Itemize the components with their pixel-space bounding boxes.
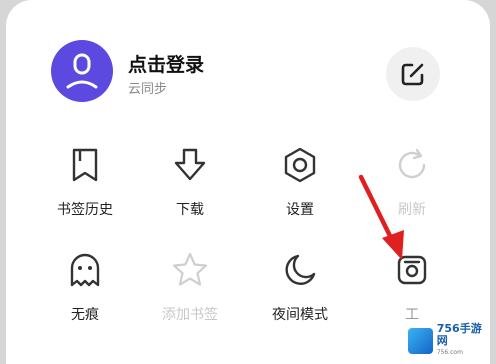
annotation-arrow <box>358 174 404 260</box>
menu-item-label: 书签历史 <box>57 202 113 218</box>
menu-item-download[interactable]: 下载 <box>140 145 240 225</box>
menu-item-label: 工 <box>405 307 419 323</box>
edit-icon <box>401 63 424 86</box>
menu-item-bookmarks-history[interactable]: 书签历史 <box>35 145 135 225</box>
menu-item-label: 无痕 <box>71 307 99 323</box>
menu-item-label: 设置 <box>286 202 314 218</box>
menu-item-incognito[interactable]: 无痕 <box>35 250 135 330</box>
star-icon <box>170 250 210 290</box>
ghost-icon <box>65 250 105 290</box>
browser-menu-panel: 点击登录 云同步 书签历史 下载 设置 刷新 无痕 添加书签 夜间模式 工 <box>6 0 490 364</box>
menu-item-label: 夜间模式 <box>272 307 328 323</box>
menu-item-settings[interactable]: 设置 <box>250 145 350 225</box>
download-icon <box>170 145 210 185</box>
settings-icon <box>280 145 320 185</box>
user-avatar[interactable] <box>51 40 113 102</box>
watermark-logo-icon <box>408 328 433 354</box>
watermark-subtext: 756.com <box>436 349 463 356</box>
cloud-sync-label: 云同步 <box>128 82 168 97</box>
moon-icon <box>280 250 320 290</box>
menu-item-label: 下载 <box>176 202 204 218</box>
user-avatar-icon <box>66 53 98 89</box>
menu-item-label: 添加书签 <box>162 307 218 323</box>
watermark-text: 756手游网 <box>436 322 482 347</box>
menu-item-night-mode[interactable]: 夜间模式 <box>250 250 350 330</box>
edit-button[interactable] <box>386 47 440 101</box>
login-label[interactable]: 点击登录 <box>128 50 204 77</box>
bookmark-icon <box>65 145 105 185</box>
menu-item-add-bookmark[interactable]: 添加书签 <box>140 250 240 330</box>
site-watermark: 756手游网 756.com <box>404 322 490 358</box>
